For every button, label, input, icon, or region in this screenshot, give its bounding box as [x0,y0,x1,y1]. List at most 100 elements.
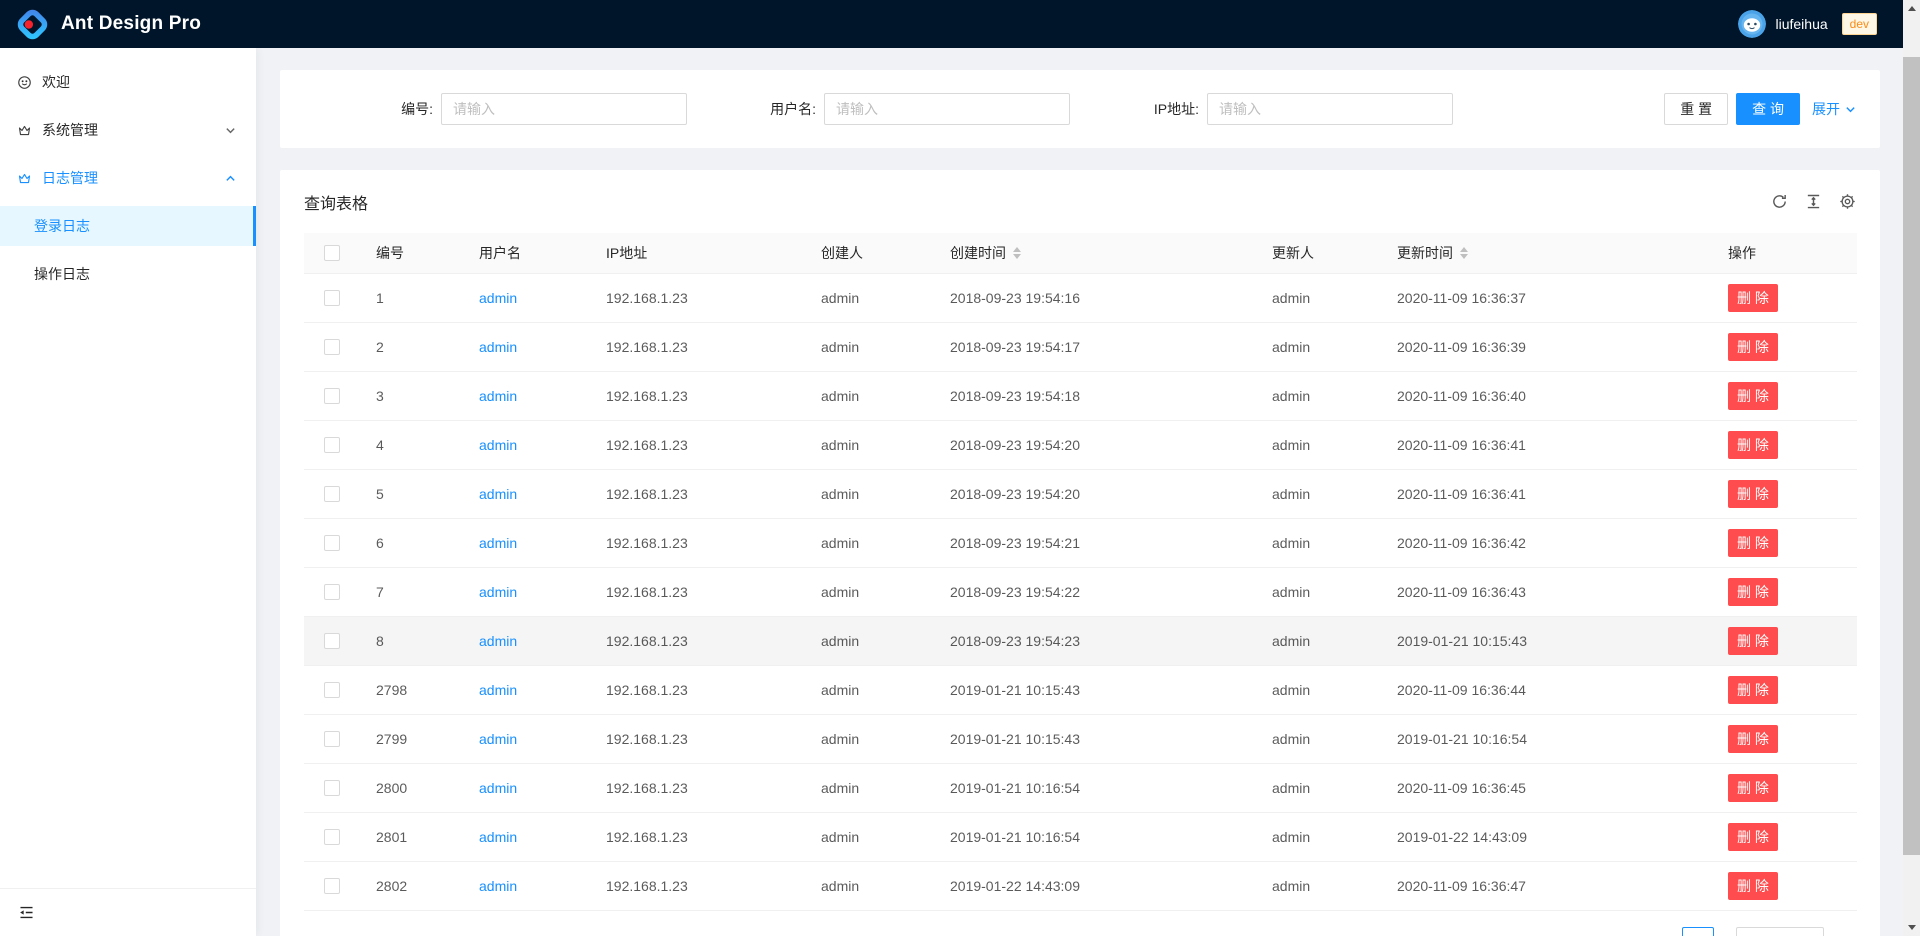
username-input[interactable] [824,93,1070,125]
username-link[interactable]: admin [479,486,517,502]
delete-button[interactable]: 删 除 [1728,725,1778,753]
username-link[interactable]: admin [479,780,517,796]
row-checkbox[interactable] [324,388,340,404]
row-checkbox[interactable] [324,584,340,600]
cell-create-time: 2018-09-23 19:54:22 [950,584,1080,600]
delete-button[interactable]: 删 除 [1728,823,1778,851]
sidebar: 欢迎 系统管理 日志管理 登录日志 操作日志 [0,48,256,936]
scrollbar-thumb[interactable] [1903,57,1920,855]
username-link[interactable]: admin [479,388,517,404]
delete-button[interactable]: 删 除 [1728,480,1778,508]
column-header-create-time-sorter[interactable]: 创建时间 [950,243,1021,263]
table-row: 2802 admin 192.168.1.23 admin 2019-01-22… [304,861,1857,910]
page-size-select[interactable] [1736,927,1824,936]
username-link[interactable]: admin [479,437,517,453]
delete-button[interactable]: 删 除 [1728,627,1778,655]
row-checkbox[interactable] [324,682,340,698]
delete-button[interactable]: 删 除 [1728,578,1778,606]
delete-button[interactable]: 删 除 [1728,872,1778,900]
username-link[interactable]: admin [479,290,517,306]
row-checkbox[interactable] [324,437,340,453]
cell-create-time: 2019-01-21 10:15:43 [950,731,1080,747]
row-checkbox[interactable] [324,486,340,502]
settings-gear-icon[interactable] [1839,193,1856,210]
sidebar-item-welcome[interactable]: 欢迎 [0,62,256,102]
cell-id: 1 [376,290,384,306]
search-form-card: 编号: 用户名: IP地址: 重 置 查 询 展开 [280,70,1880,148]
column-header-id: 编号 [360,233,463,273]
delete-button[interactable]: 删 除 [1728,676,1778,704]
reload-icon[interactable] [1771,193,1788,210]
pagination-page-1[interactable]: 1 [1682,927,1714,936]
cell-updater: admin [1272,437,1310,453]
row-checkbox[interactable] [324,290,340,306]
smile-icon [17,75,32,90]
username-link[interactable]: admin [479,682,517,698]
delete-button[interactable]: 删 除 [1728,529,1778,557]
username-link[interactable]: admin [479,535,517,551]
cell-update-time: 2020-11-09 16:36:41 [1397,437,1526,453]
username-link[interactable]: admin [479,339,517,355]
sidebar-item-log-mgmt[interactable]: 日志管理 [0,158,256,198]
cell-ip: 192.168.1.23 [606,878,688,894]
app-title: Ant Design Pro [61,13,201,35]
row-checkbox[interactable] [324,535,340,551]
cell-ip: 192.168.1.23 [606,731,688,747]
sidebar-item-login-log[interactable]: 登录日志 [0,206,256,246]
cell-updater: admin [1272,633,1310,649]
select-all-checkbox[interactable] [324,245,340,261]
username-link[interactable]: admin [479,731,517,747]
delete-button[interactable]: 删 除 [1728,431,1778,459]
username-link[interactable]: admin [479,829,517,845]
id-label: 编号: [304,99,441,119]
column-header-username: 用户名 [463,233,590,273]
cell-ip: 192.168.1.23 [606,437,688,453]
column-header-creator: 创建人 [805,233,934,273]
cell-ip: 192.168.1.23 [606,388,688,404]
cell-create-time: 2018-09-23 19:54:23 [950,633,1080,649]
cell-update-time: 2019-01-21 10:16:54 [1397,731,1527,747]
table-row: 2800 admin 192.168.1.23 admin 2019-01-21… [304,763,1857,812]
username-link[interactable]: admin [479,584,517,600]
expand-link[interactable]: 展开 [1812,99,1856,119]
reset-button[interactable]: 重 置 [1664,93,1728,125]
id-input[interactable] [441,93,687,125]
user-avatar[interactable] [1738,10,1766,38]
ip-input[interactable] [1207,93,1453,125]
cell-creator: admin [821,878,859,894]
density-icon[interactable] [1805,193,1822,210]
table-toolbar [1771,193,1856,210]
form-item-id: 编号: [304,93,687,125]
delete-button[interactable]: 删 除 [1728,333,1778,361]
row-checkbox[interactable] [324,829,340,845]
sidebar-footer [0,888,256,936]
scrollbar-down-arrow[interactable] [1903,919,1920,936]
cell-updater: admin [1272,584,1310,600]
delete-button[interactable]: 删 除 [1728,382,1778,410]
username-text[interactable]: liufeihua [1775,16,1827,32]
row-checkbox[interactable] [324,780,340,796]
cell-update-time: 2019-01-21 10:15:43 [1397,633,1527,649]
menu-fold-icon[interactable] [18,904,35,921]
cell-id: 5 [376,486,384,502]
sidebar-item-operation-log[interactable]: 操作日志 [0,254,256,294]
table-row: 4 admin 192.168.1.23 admin 2018-09-23 19… [304,420,1857,469]
app-logo[interactable]: Ant Design Pro [16,8,201,41]
row-checkbox[interactable] [324,339,340,355]
cell-update-time: 2020-11-09 16:36:41 [1397,486,1526,502]
sidebar-item-system-mgmt[interactable]: 系统管理 [0,110,256,150]
row-checkbox[interactable] [324,731,340,747]
query-table-card: 查询表格 [280,170,1880,936]
row-checkbox[interactable] [324,878,340,894]
query-button[interactable]: 查 询 [1736,93,1800,125]
username-link[interactable]: admin [479,633,517,649]
cell-updater: admin [1272,535,1310,551]
table-body: 1 admin 192.168.1.23 admin 2018-09-23 19… [304,273,1857,910]
ip-label: IP地址: [1070,99,1207,119]
username-link[interactable]: admin [479,878,517,894]
delete-button[interactable]: 删 除 [1728,284,1778,312]
row-checkbox[interactable] [324,633,340,649]
delete-button[interactable]: 删 除 [1728,774,1778,802]
scrollbar-up-arrow[interactable] [1903,0,1920,17]
column-header-update-time-sorter[interactable]: 更新时间 [1397,243,1468,263]
